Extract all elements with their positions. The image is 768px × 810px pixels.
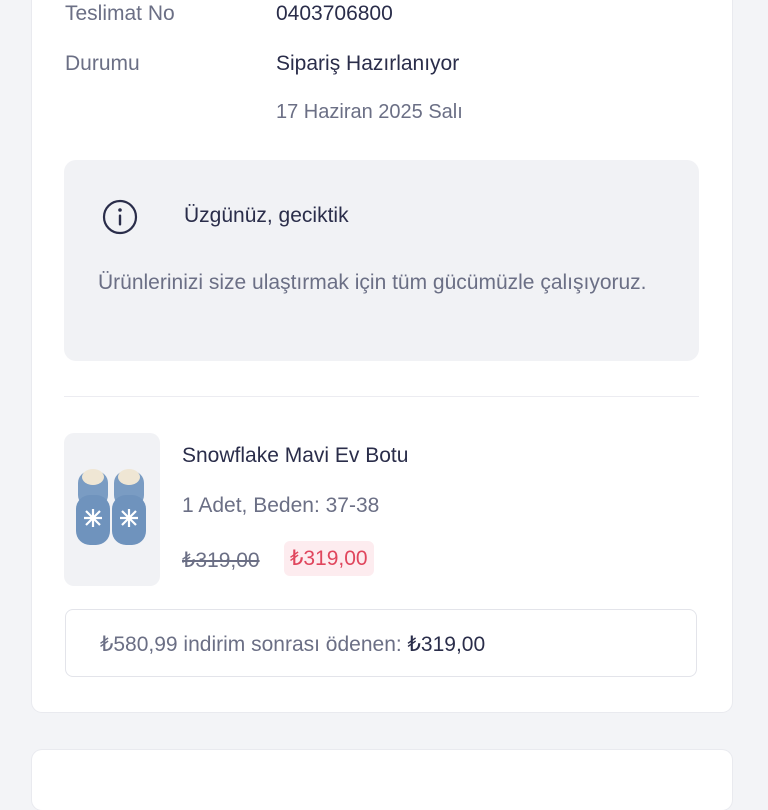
boot-image xyxy=(76,469,146,545)
product-thumbnail[interactable] xyxy=(64,433,160,586)
summary-amount: ₺319,00 xyxy=(407,633,486,656)
delay-notice: Üzgünüz, geciktik Ürünlerinizi size ulaş… xyxy=(64,160,699,361)
delivery-no-value: 0403706800 xyxy=(276,2,393,25)
summary-text: ₺580,99 indirim sonrası ödenen: ₺319,00 xyxy=(100,632,485,657)
delivery-no-label: Teslimat No xyxy=(65,2,175,25)
status-date: 17 Haziran 2025 Salı xyxy=(276,101,463,123)
payment-summary: ₺580,99 indirim sonrası ödenen: ₺319,00 xyxy=(65,609,697,677)
product-name[interactable]: Snowflake Mavi Ev Botu xyxy=(182,444,408,468)
next-card xyxy=(32,750,732,810)
notice-text: Ürünlerinizi size ulaştırmak için tüm gü… xyxy=(98,271,647,294)
summary-label: ₺580,99 indirim sonrası ödenen: xyxy=(100,633,408,656)
status-label: Durumu xyxy=(65,52,140,75)
info-icon xyxy=(102,199,138,235)
status-value: Sipariş Hazırlanıyor xyxy=(276,52,460,75)
notice-title: Üzgünüz, geciktik xyxy=(184,204,349,227)
price-discounted: ₺319,00 xyxy=(284,541,374,576)
product-meta: 1 Adet, Beden: 37-38 xyxy=(182,494,380,517)
price-original: ₺319,00 xyxy=(182,549,260,572)
divider xyxy=(64,396,699,397)
order-detail-card: Teslimat No 0403706800 Durumu Sipariş Ha… xyxy=(32,0,732,712)
